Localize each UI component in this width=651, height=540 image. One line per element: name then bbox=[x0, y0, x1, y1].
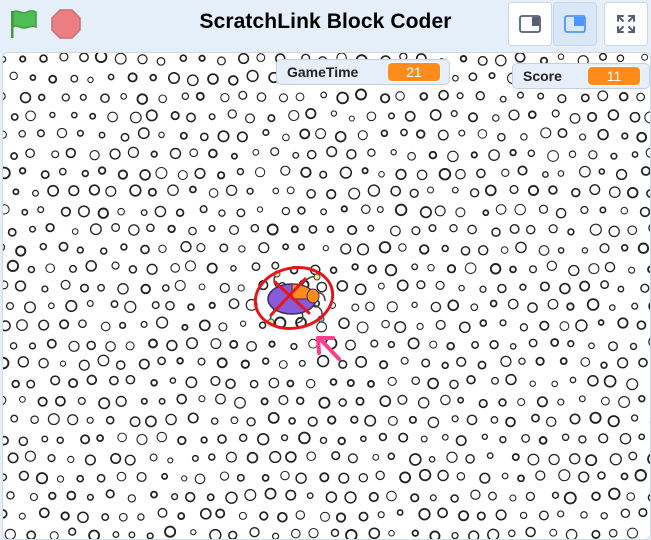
stop-sign-icon[interactable] bbox=[50, 8, 82, 40]
score-monitor: Score 11 bbox=[512, 63, 650, 89]
score-label: Score bbox=[523, 68, 562, 84]
top-toolbar: ScratchLink Block Coder bbox=[0, 0, 651, 52]
small-stage-layout-icon bbox=[519, 15, 541, 33]
gametime-monitor: GameTime 21 bbox=[276, 59, 450, 85]
fullscreen-icon bbox=[617, 15, 635, 33]
gametime-label: GameTime bbox=[287, 64, 359, 80]
stage[interactable]: GameTime 21 Score 11 bbox=[2, 52, 651, 540]
normal-stage-button[interactable] bbox=[553, 2, 597, 46]
app-title: ScratchLink Block Coder bbox=[199, 10, 452, 33]
score-value: 11 bbox=[587, 66, 641, 86]
gametime-value: 21 bbox=[387, 62, 441, 82]
green-flag-icon[interactable] bbox=[6, 7, 42, 41]
beetle-sprite[interactable] bbox=[247, 263, 347, 363]
small-stage-button[interactable] bbox=[508, 2, 552, 46]
fullscreen-button[interactable] bbox=[604, 2, 648, 46]
normal-stage-layout-icon bbox=[564, 15, 586, 33]
